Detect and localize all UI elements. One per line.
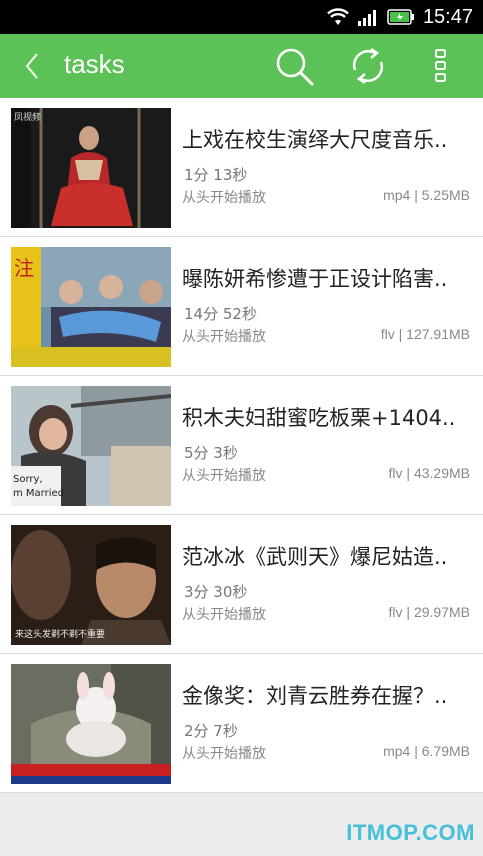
replay-from-start[interactable]: 从头开始播放: [182, 743, 266, 763]
task-duration: 14分 52秒: [184, 305, 257, 323]
task-row[interactable]: 注 曝陈妍希惨遭于正设计陷害.. 14分 52秒 从头开始播放 flv | 12…: [0, 237, 483, 376]
task-title: 上戏在校生演绎大尺度音乐..: [182, 128, 448, 152]
video-thumbnail: 来这头发剃不剃不重要: [11, 525, 171, 645]
video-thumbnail: 注: [11, 247, 171, 367]
task-duration: 3分 30秒: [184, 583, 248, 601]
task-format-size: mp4 | 5.25MB: [383, 187, 470, 203]
page-title: tasks: [64, 49, 125, 79]
video-thumbnail: 凤视频: [11, 108, 171, 228]
svg-text:注: 注: [14, 256, 34, 280]
task-row[interactable]: 来这头发剃不剃不重要 范冰冰《武则天》爆尼姑造.. 3分 30秒 从头开始播放 …: [0, 515, 483, 654]
task-format-size: mp4 | 6.79MB: [383, 743, 470, 759]
refresh-icon[interactable]: [349, 46, 387, 86]
task-duration: 2分 7秒: [184, 722, 238, 740]
wifi-icon: [327, 8, 349, 25]
replay-from-start[interactable]: 从头开始播放: [182, 187, 266, 207]
task-format-size: flv | 43.29MB: [388, 465, 470, 481]
replay-from-start[interactable]: 从头开始播放: [182, 604, 266, 624]
app-bar: tasks: [0, 34, 483, 98]
task-format-size: flv | 29.97MB: [388, 604, 470, 620]
watermark: ITMOP.COM: [346, 820, 475, 845]
task-format-size: flv | 127.91MB: [380, 326, 470, 342]
task-title: 曝陈妍希惨遭于正设计陷害..: [182, 267, 448, 291]
task-row[interactable]: 金像奖：刘青云胜券在握？.. 2分 7秒 从头开始播放 mp4 | 6.79MB: [0, 654, 483, 793]
replay-from-start[interactable]: 从头开始播放: [182, 326, 266, 346]
task-row[interactable]: Sorry, m Married 积木夫妇甜蜜吃板栗+1404.. 5分 3秒 …: [0, 376, 483, 515]
clock: 15:47: [422, 5, 473, 28]
svg-text:来这头发剃不剃不重要: 来这头发剃不剃不重要: [15, 628, 105, 640]
svg-text:Sorry,: Sorry,: [13, 474, 43, 485]
video-thumbnail: [11, 664, 171, 784]
more-options-icon[interactable]: [434, 46, 448, 86]
task-title: 范冰冰《武则天》爆尼姑造..: [182, 545, 448, 569]
back-icon[interactable]: [24, 52, 40, 80]
svg-text:凤视频: 凤视频: [14, 111, 41, 123]
task-duration: 5分 3秒: [184, 444, 238, 462]
battery-icon: [387, 9, 414, 25]
replay-from-start[interactable]: 从头开始播放: [182, 465, 266, 485]
search-icon[interactable]: [273, 46, 315, 88]
task-title: 积木夫妇甜蜜吃板栗+1404..: [182, 406, 456, 430]
svg-text:m Married: m Married: [13, 488, 64, 499]
task-duration: 1分 13秒: [184, 166, 248, 184]
signal-icon: [357, 10, 376, 26]
video-thumbnail: Sorry, m Married: [11, 386, 171, 506]
task-row[interactable]: 凤视频 上戏在校生演绎大尺度音乐.. 1分 13秒 从头开始播放 mp4 | 5…: [0, 98, 483, 237]
status-bar: 15:47: [0, 0, 483, 34]
task-title: 金像奖：刘青云胜券在握？..: [182, 684, 448, 708]
